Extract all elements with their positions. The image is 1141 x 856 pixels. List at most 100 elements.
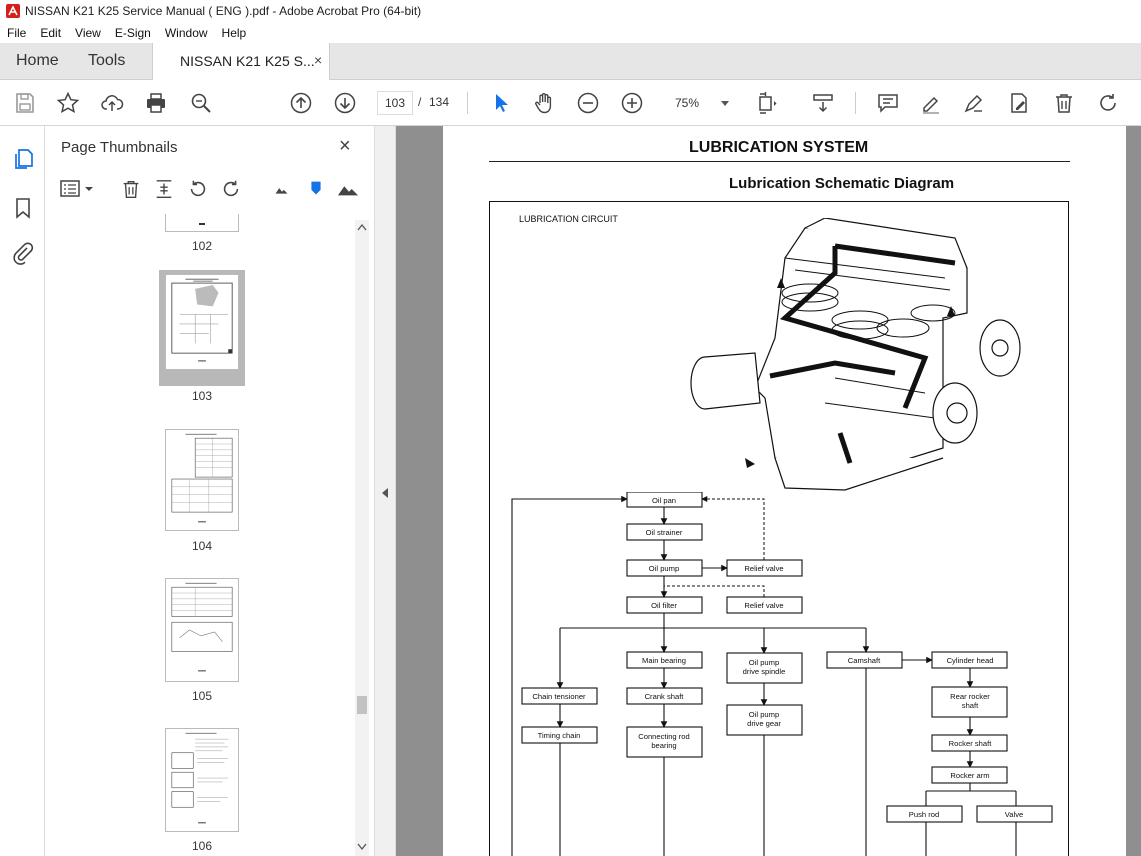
page-number-input[interactable]: 103 xyxy=(377,91,413,115)
menu-bar: File Edit View E-Sign Window Help xyxy=(0,22,1141,43)
title-bar: NISSAN K21 K25 Service Manual ( ENG ).pd… xyxy=(0,0,1141,22)
attachment-icon[interactable] xyxy=(11,241,35,265)
page-fit-icon[interactable] xyxy=(755,91,779,115)
thumbnail-size-slider-icon[interactable] xyxy=(305,178,329,202)
edit-pdf-icon[interactable] xyxy=(1007,91,1031,115)
thumbnail-label: 103 xyxy=(191,389,213,403)
collapse-arrow-icon xyxy=(382,488,388,498)
menu-file[interactable]: File xyxy=(0,26,33,40)
label-oil-pump-drive-gear: Oil pump xyxy=(749,710,779,719)
previous-page-icon[interactable] xyxy=(289,91,313,115)
menu-view[interactable]: View xyxy=(68,26,108,40)
page-separator: / xyxy=(418,95,422,109)
next-page-icon[interactable] xyxy=(333,91,357,115)
comment-icon[interactable] xyxy=(876,91,900,115)
select-cursor-icon[interactable] xyxy=(489,91,513,115)
menu-edit[interactable]: Edit xyxy=(33,26,68,40)
large-thumbnails-icon[interactable] xyxy=(337,178,361,202)
label-valve: Valve xyxy=(1005,810,1023,819)
label-oil-strainer: Oil strainer xyxy=(646,528,683,537)
flow-chart: Oil pan Oil strainer Oil pump Relief val… xyxy=(511,492,1053,856)
thumbnail-page[interactable] xyxy=(165,578,239,682)
label-push-rod: Push rod xyxy=(909,810,939,819)
page-total: 134 xyxy=(429,95,450,109)
heading-rule xyxy=(489,161,1070,162)
thumbnail-options-icon[interactable] xyxy=(60,178,96,202)
menu-help[interactable]: Help xyxy=(215,26,254,40)
label-relief-valve-2: Relief valve xyxy=(744,601,783,610)
label-rocker-shaft: Rocker shaft xyxy=(949,739,993,748)
scroll-down-icon[interactable] xyxy=(357,843,367,851)
scroll-up-icon[interactable] xyxy=(357,223,367,231)
acrobat-logo-icon xyxy=(6,4,20,18)
sign-pen-icon[interactable] xyxy=(962,91,986,115)
zoom-in-icon[interactable] xyxy=(620,91,644,115)
window-title: NISSAN K21 K25 Service Manual ( ENG ).pd… xyxy=(25,4,422,18)
label-oil-pan: Oil pan xyxy=(652,496,676,505)
page-heading: LUBRICATION SYSTEM xyxy=(689,139,869,156)
bookmark-icon[interactable] xyxy=(11,196,35,220)
tab-bar: Home Tools NISSAN K21 K25 S... × xyxy=(0,43,1141,80)
circuit-label: LUBRICATION CIRCUIT xyxy=(519,214,618,224)
thumbnail-label: 106 xyxy=(191,839,213,853)
thumbnail-page[interactable] xyxy=(165,214,239,232)
rotate-icon[interactable] xyxy=(1096,91,1120,115)
label-oil-filter: Oil filter xyxy=(651,601,677,610)
label-timing-chain: Timing chain xyxy=(538,731,581,740)
page-thumbnails-icon[interactable] xyxy=(11,147,35,171)
label-main-bearing: Main bearing xyxy=(642,656,686,665)
delete-trash-icon[interactable] xyxy=(1052,91,1076,115)
thumbnail-page[interactable] xyxy=(165,728,239,832)
save-icon[interactable] xyxy=(13,91,37,115)
label-crank-shaft: Crank shaft xyxy=(645,692,685,701)
zoom-out-icon[interactable] xyxy=(576,91,600,115)
rotate-right-icon[interactable] xyxy=(220,178,244,202)
thumbnail-scrollbar[interactable] xyxy=(355,220,369,856)
toolbar-divider xyxy=(467,92,468,114)
label-connecting-rod-bearing: bearing xyxy=(651,741,676,750)
label-connecting-rod-bearing: Connecting rod xyxy=(638,732,690,741)
small-thumbnails-icon[interactable] xyxy=(271,178,295,202)
thumbnail-page[interactable] xyxy=(165,274,239,370)
left-rail xyxy=(0,126,45,856)
label-relief-valve-1: Relief valve xyxy=(744,564,783,573)
thumbnail-label: 105 xyxy=(191,689,213,703)
thumbnail-list: 102 103 104 105 106 xyxy=(45,214,357,856)
tab-document[interactable]: NISSAN K21 K25 S... × xyxy=(152,43,330,80)
thumbnail-page[interactable] xyxy=(165,429,239,531)
zoom-level-select[interactable]: 75% xyxy=(665,91,735,115)
zoom-level-value: 75% xyxy=(675,96,700,110)
menu-window[interactable]: Window xyxy=(158,26,215,40)
toolbar: 103 / 134 75% xyxy=(0,80,1141,126)
star-icon[interactable] xyxy=(56,91,80,115)
highlight-pen-icon[interactable] xyxy=(919,91,943,115)
panel-title: Page Thumbnails xyxy=(61,139,178,156)
lubrication-diagram: LUBRICATION CIRCUIT Oil pan Oil strainer… xyxy=(489,201,1069,856)
rotate-left-icon[interactable] xyxy=(187,178,211,202)
label-oil-pump: Oil pump xyxy=(649,564,679,573)
panel-collapse-handle[interactable] xyxy=(375,126,396,856)
tab-home[interactable]: Home xyxy=(16,52,59,70)
pdf-page: LUBRICATION SYSTEM Lubrication Schematic… xyxy=(443,126,1126,856)
menu-esign[interactable]: E-Sign xyxy=(108,26,158,40)
hand-tool-icon[interactable] xyxy=(532,91,556,115)
label-rear-rocker-shaft: shaft xyxy=(962,701,979,710)
label-chain-tensioner: Chain tensioner xyxy=(532,692,586,701)
chevron-down-icon xyxy=(721,101,729,106)
label-oil-pump-drive-gear: drive gear xyxy=(747,719,781,728)
tab-close-button[interactable]: × xyxy=(314,52,322,68)
page-thumbnails-panel: Page Thumbnails × 102 103 104 105 106 xyxy=(45,126,375,856)
delete-page-icon[interactable] xyxy=(120,178,144,202)
tab-tools[interactable]: Tools xyxy=(88,52,125,70)
scroll-mode-icon[interactable] xyxy=(811,91,835,115)
upload-cloud-icon[interactable] xyxy=(100,91,124,115)
scrollbar-thumb[interactable] xyxy=(357,696,367,714)
zoom-search-icon[interactable] xyxy=(189,91,213,115)
label-rocker-arm: Rocker arm xyxy=(950,771,989,780)
panel-close-button[interactable]: × xyxy=(339,135,351,158)
document-viewer[interactable]: LUBRICATION SYSTEM Lubrication Schematic… xyxy=(396,126,1141,856)
thumbnail-label: 102 xyxy=(191,239,213,253)
extract-page-icon[interactable] xyxy=(153,178,177,202)
tab-document-label: NISSAN K21 K25 S... xyxy=(180,53,315,69)
print-icon[interactable] xyxy=(144,91,168,115)
